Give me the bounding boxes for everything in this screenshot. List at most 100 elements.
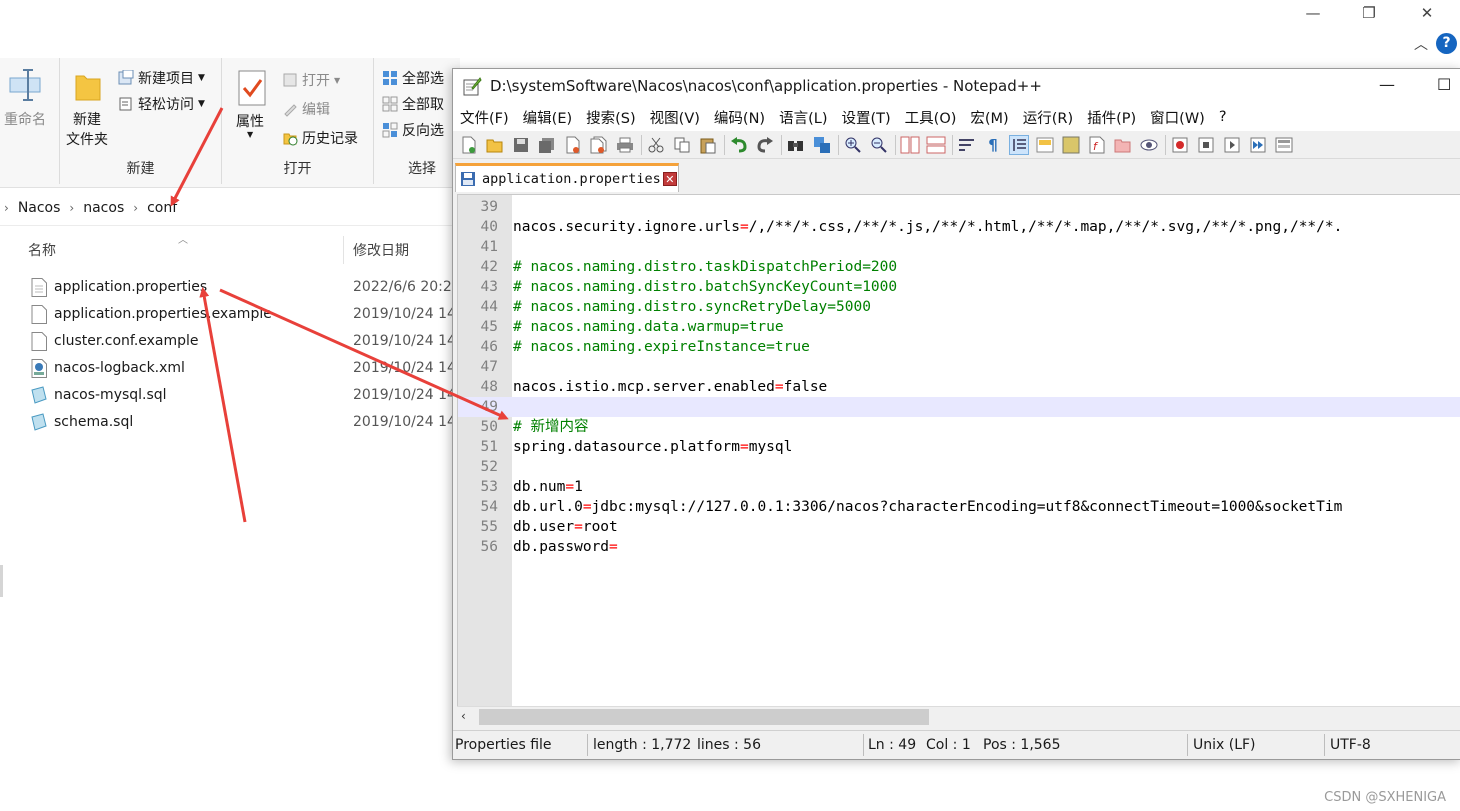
horizontal-scrollbar[interactable]: ‹	[457, 706, 1460, 726]
column-name[interactable]: 名称	[28, 240, 56, 260]
zoom-out-icon[interactable]	[869, 135, 889, 155]
code-line[interactable]: 50 # 新增内容	[458, 417, 1460, 437]
file-row[interactable]: nacos-mysql.sql 2019/10/24 14:	[0, 383, 461, 410]
code-line[interactable]: 48 nacos.istio.mcp.server.enabled=false	[458, 377, 1460, 397]
tab-close-icon[interactable]: ✕	[662, 172, 677, 186]
tab-application-properties[interactable]: application.properties ✕	[455, 163, 679, 192]
new-item-button[interactable]: 新建项目 ▼	[118, 68, 205, 88]
code-editor[interactable]: 39 40 nacos.security.ignore.urls=/,/**/*.c…	[457, 194, 1460, 706]
history-button[interactable]: 历史记录	[282, 128, 358, 148]
save-all-icon[interactable]	[537, 135, 557, 155]
sync-horizontal-icon[interactable]	[926, 135, 946, 155]
file-row[interactable]: schema.sql 2019/10/24 14:	[0, 410, 461, 437]
close-icon[interactable]: ✕	[1412, 4, 1442, 22]
close-file-icon[interactable]	[563, 135, 583, 155]
menu-language[interactable]: 语言(L)	[779, 107, 827, 128]
title-bar[interactable]: D:\systemSoftware\Nacos\nacos\conf\appli…	[453, 69, 1460, 103]
open-file-icon[interactable]	[485, 135, 505, 155]
paste-icon[interactable]	[698, 135, 718, 155]
menu-edit[interactable]: 编辑(E)	[523, 107, 572, 128]
menu-view[interactable]: 视图(V)	[650, 107, 700, 128]
code-line[interactable]: 42 # nacos.naming.distro.taskDispatchPeri…	[458, 257, 1460, 277]
breadcrumb-conf[interactable]: conf	[147, 200, 177, 216]
redo-icon[interactable]	[755, 135, 775, 155]
code-line[interactable]: 52	[458, 457, 1460, 477]
file-row[interactable]: application.properties 2022/6/6 20:28	[0, 275, 461, 302]
new-file-icon[interactable]	[459, 135, 479, 155]
word-wrap-icon[interactable]	[957, 135, 977, 155]
code-line[interactable]: 53 db.num=1	[458, 477, 1460, 497]
save-macro-icon[interactable]	[1274, 135, 1294, 155]
code-line[interactable]: 51 spring.datasource.platform=mysql	[458, 437, 1460, 457]
current-code-line[interactable]: 49	[458, 397, 1460, 417]
code-line[interactable]: 39	[458, 197, 1460, 217]
undo-icon[interactable]	[729, 135, 749, 155]
file-row[interactable]: cluster.conf.example 2019/10/24 14:	[0, 329, 461, 356]
breadcrumb-nacos-root[interactable]: Nacos	[18, 200, 61, 216]
menu-run[interactable]: 运行(R)	[1023, 107, 1073, 128]
show-all-characters-icon[interactable]: ¶	[983, 135, 1003, 155]
document-map-icon[interactable]	[1061, 135, 1081, 155]
replace-icon[interactable]	[812, 135, 832, 155]
cut-icon[interactable]	[646, 135, 666, 155]
collapse-ribbon-icon[interactable]: ︿	[1406, 34, 1436, 54]
code-line[interactable]: 44 # nacos.naming.distro.syncRetryDelay=5…	[458, 297, 1460, 317]
code-line[interactable]: 47	[458, 357, 1460, 377]
menu-encoding[interactable]: 编码(N)	[714, 107, 765, 128]
menu-file[interactable]: 文件(F)	[460, 107, 509, 128]
new-folder-button[interactable]: 新建 文件夹	[66, 110, 108, 150]
invert-selection-button[interactable]: 反向选	[382, 120, 444, 140]
code-line[interactable]: 41	[458, 237, 1460, 257]
copy-icon[interactable]	[672, 135, 692, 155]
menu-tools[interactable]: 工具(O)	[905, 107, 957, 128]
scrollbar-thumb[interactable]	[479, 709, 929, 725]
playback-macro-icon[interactable]	[1222, 135, 1242, 155]
menu-window[interactable]: 窗口(W)	[1150, 107, 1205, 128]
zoom-in-icon[interactable]	[843, 135, 863, 155]
properties-button[interactable]: 属性	[236, 112, 264, 132]
function-list-icon[interactable]: f	[1087, 135, 1107, 155]
sync-vertical-icon[interactable]	[900, 135, 920, 155]
save-icon[interactable]	[511, 135, 531, 155]
file-row[interactable]: nacos-logback.xml 2019/10/24 14:	[0, 356, 461, 383]
restore-icon[interactable]: ❐	[1354, 4, 1384, 22]
record-macro-icon[interactable]	[1170, 135, 1190, 155]
code-line[interactable]: 54 db.url.0=jdbc:mysql://127.0.0.1:3306/n…	[458, 497, 1460, 517]
code-line[interactable]: 46 # nacos.naming.expireInstance=true	[458, 337, 1460, 357]
breadcrumb-nacos[interactable]: nacos	[83, 200, 124, 216]
print-icon[interactable]	[615, 135, 635, 155]
menu-settings[interactable]: 设置(T)	[841, 107, 890, 128]
code-line[interactable]: 45 # nacos.naming.data.warmup=true	[458, 317, 1460, 337]
maximize-icon[interactable]: ☐	[1437, 75, 1451, 94]
run-macro-multiple-icon[interactable]	[1248, 135, 1268, 155]
open-button[interactable]: 打开 ▼	[282, 70, 340, 90]
code-line[interactable]: 55 db.user=root	[458, 517, 1460, 537]
scrollbar-fragment[interactable]	[0, 565, 3, 597]
indent-guide-icon[interactable]	[1009, 134, 1029, 155]
menu-search[interactable]: 搜索(S)	[586, 107, 636, 128]
easy-access-button[interactable]: 轻松访问 ▼	[118, 94, 205, 114]
scroll-left-icon[interactable]: ‹	[461, 709, 466, 723]
code-line[interactable]: 40 nacos.security.ignore.urls=/,/**/*.css…	[458, 217, 1460, 237]
close-all-icon[interactable]	[589, 135, 609, 155]
stop-recording-icon[interactable]	[1196, 135, 1216, 155]
rename-button[interactable]: 重命名	[4, 110, 46, 130]
find-icon[interactable]	[786, 135, 806, 155]
help-icon[interactable]: ?	[1436, 33, 1457, 54]
select-all-button[interactable]: 全部选	[382, 68, 444, 88]
user-defined-language-icon[interactable]	[1035, 135, 1055, 155]
menu-plugins[interactable]: 插件(P)	[1087, 107, 1136, 128]
file-row[interactable]: application.properties.example 2019/10/2…	[0, 302, 461, 329]
select-none-button[interactable]: 全部取	[382, 94, 444, 114]
code-line[interactable]: 43 # nacos.naming.distro.batchSyncKeyCoun…	[458, 277, 1460, 297]
code-line[interactable]: 56 db.password=	[458, 537, 1460, 557]
menu-help[interactable]: ?	[1219, 109, 1227, 125]
edit-button[interactable]: 编辑	[282, 99, 330, 119]
minimize-icon[interactable]: —	[1379, 75, 1395, 94]
folder-as-workspace-icon[interactable]	[1113, 135, 1133, 155]
column-modified[interactable]: 修改日期	[353, 240, 409, 260]
menu-macro[interactable]: 宏(M)	[970, 107, 1008, 128]
monitoring-icon[interactable]	[1139, 135, 1159, 155]
minimize-icon[interactable]: —	[1298, 4, 1328, 22]
column-divider[interactable]	[343, 236, 344, 264]
